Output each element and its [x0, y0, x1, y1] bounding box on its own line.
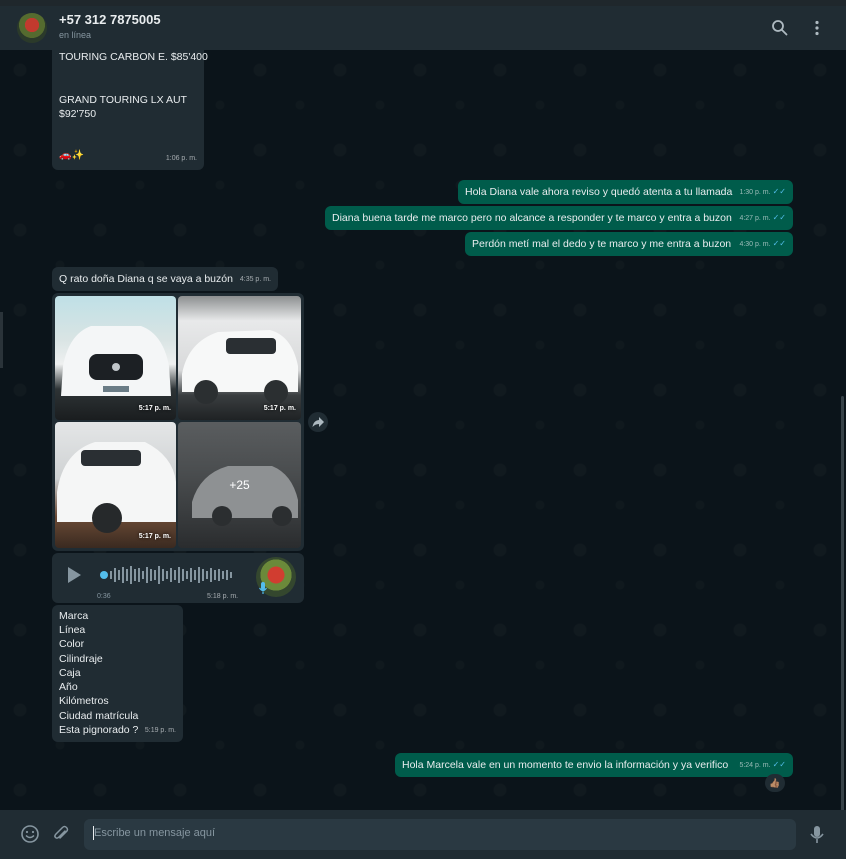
message-outgoing[interactable]: Hola Marcela vale en un momento te envio… — [395, 753, 793, 777]
message-text: Q rato doña Diana q se vaya a buzón — [59, 273, 233, 285]
text-caret — [93, 826, 94, 840]
list-item: Kilómetros — [59, 695, 109, 707]
message-time: 4:30 p. m. — [739, 241, 771, 248]
message-time: 5:18 p. m. — [207, 593, 239, 600]
message-text: Diana buena tarde me marco pero no alcan… — [332, 212, 732, 224]
list-item: Línea — [59, 624, 86, 636]
forward-icon[interactable] — [308, 412, 328, 432]
message-time: 4:27 p. m. — [739, 215, 771, 222]
chat-header[interactable]: +57 312 7875005 en línea — [0, 6, 846, 50]
message-text: Hola Marcela vale en un momento te envio… — [402, 759, 729, 771]
read-ticks-icon: ✓✓ — [772, 213, 786, 222]
message-line: $92'750 — [59, 108, 97, 120]
photo-thumbnail[interactable]: 5:17 p. m. — [55, 422, 176, 548]
contact-status: en línea — [59, 30, 92, 40]
more-photos-count: +25 — [229, 478, 250, 492]
play-icon[interactable] — [66, 566, 82, 584]
message-time: 5:24 p. m. — [739, 762, 771, 769]
photo-time: 5:17 p. m. — [138, 533, 171, 540]
photo-time: 5:17 p. m. — [138, 405, 171, 412]
message-outgoing[interactable]: Hola Diana vale ahora reviso y quedó ate… — [458, 180, 793, 204]
read-ticks-icon: ✓✓ — [772, 239, 786, 248]
list-item: Ciudad matrícula — [59, 710, 139, 722]
message-line: TOURING CARBON E. $85'400 — [59, 51, 208, 63]
message-time: 1:06 p. m. — [165, 155, 197, 162]
photo-album[interactable]: 5:17 p. m. 5:17 p. m. 5:17 p. m. +25 — [52, 293, 304, 551]
message-incoming[interactable]: Q rato doña Diana q se vaya a buzón 4:35… — [52, 267, 278, 291]
message-incoming-prices[interactable]: TOURING CARBON E. $85'400 GRAND TOURING … — [52, 50, 208, 170]
message-outgoing[interactable]: Diana buena tarde me marco pero no alcan… — [325, 206, 793, 230]
voice-message[interactable]: 0:36 5:18 p. m. — [52, 553, 304, 603]
microphone-icon[interactable] — [808, 824, 826, 846]
message-time: 5:19 p. m. — [144, 727, 176, 734]
list-item: Esta pignorado ? — [59, 724, 139, 736]
list-item: Color — [59, 638, 85, 650]
message-emoji: 🚗✨ — [59, 150, 84, 161]
contact-name[interactable]: +57 312 7875005 — [59, 12, 161, 27]
photo-more-thumbnail[interactable]: +25 — [178, 422, 301, 548]
message-outgoing[interactable]: Perdón metí mal el dedo y te marco y me … — [465, 232, 793, 256]
read-ticks-icon: ✓✓ — [772, 187, 786, 196]
audio-waveform[interactable] — [100, 563, 236, 587]
list-item: Cilindraje — [59, 653, 103, 665]
read-ticks-icon: ✓✓ — [772, 760, 786, 769]
chat-scrollbar[interactable] — [841, 396, 844, 810]
menu-icon[interactable] — [807, 18, 827, 38]
list-item: Caja — [59, 667, 81, 679]
left-edge — [0, 312, 3, 368]
message-input[interactable]: Escribe un mensaje aquí — [84, 819, 796, 850]
message-time: 1:30 p. m. — [739, 189, 771, 196]
photo-thumbnail[interactable]: 5:17 p. m. — [55, 296, 176, 420]
message-line: GRAND TOURING LX AUT — [59, 94, 187, 106]
message-text: Perdón metí mal el dedo y te marco y me … — [472, 238, 732, 250]
message-incoming-list[interactable]: Marca Línea Color Cilindraje Caja Año Ki… — [52, 605, 183, 742]
voice-duration: 0:36 — [97, 593, 111, 600]
emoji-icon[interactable] — [20, 824, 40, 844]
composer-bar: Escribe un mensaje aquí — [0, 810, 846, 859]
contact-avatar[interactable] — [17, 13, 47, 43]
list-item: Marca — [59, 610, 89, 622]
photo-time: 5:17 p. m. — [263, 405, 296, 412]
message-text: Hola Diana vale ahora reviso y quedó ate… — [465, 186, 733, 198]
reaction-badge[interactable]: 👍🏽 — [765, 774, 785, 792]
microphone-badge-icon — [258, 581, 268, 595]
attach-icon[interactable] — [51, 824, 71, 844]
photo-thumbnail[interactable]: 5:17 p. m. — [178, 296, 301, 420]
list-item: Año — [59, 681, 78, 693]
search-icon[interactable] — [770, 18, 790, 38]
message-time: 4:35 p. m. — [239, 276, 271, 283]
chat-area[interactable]: TOURING CARBON E. $85'400 GRAND TOURING … — [0, 50, 846, 810]
